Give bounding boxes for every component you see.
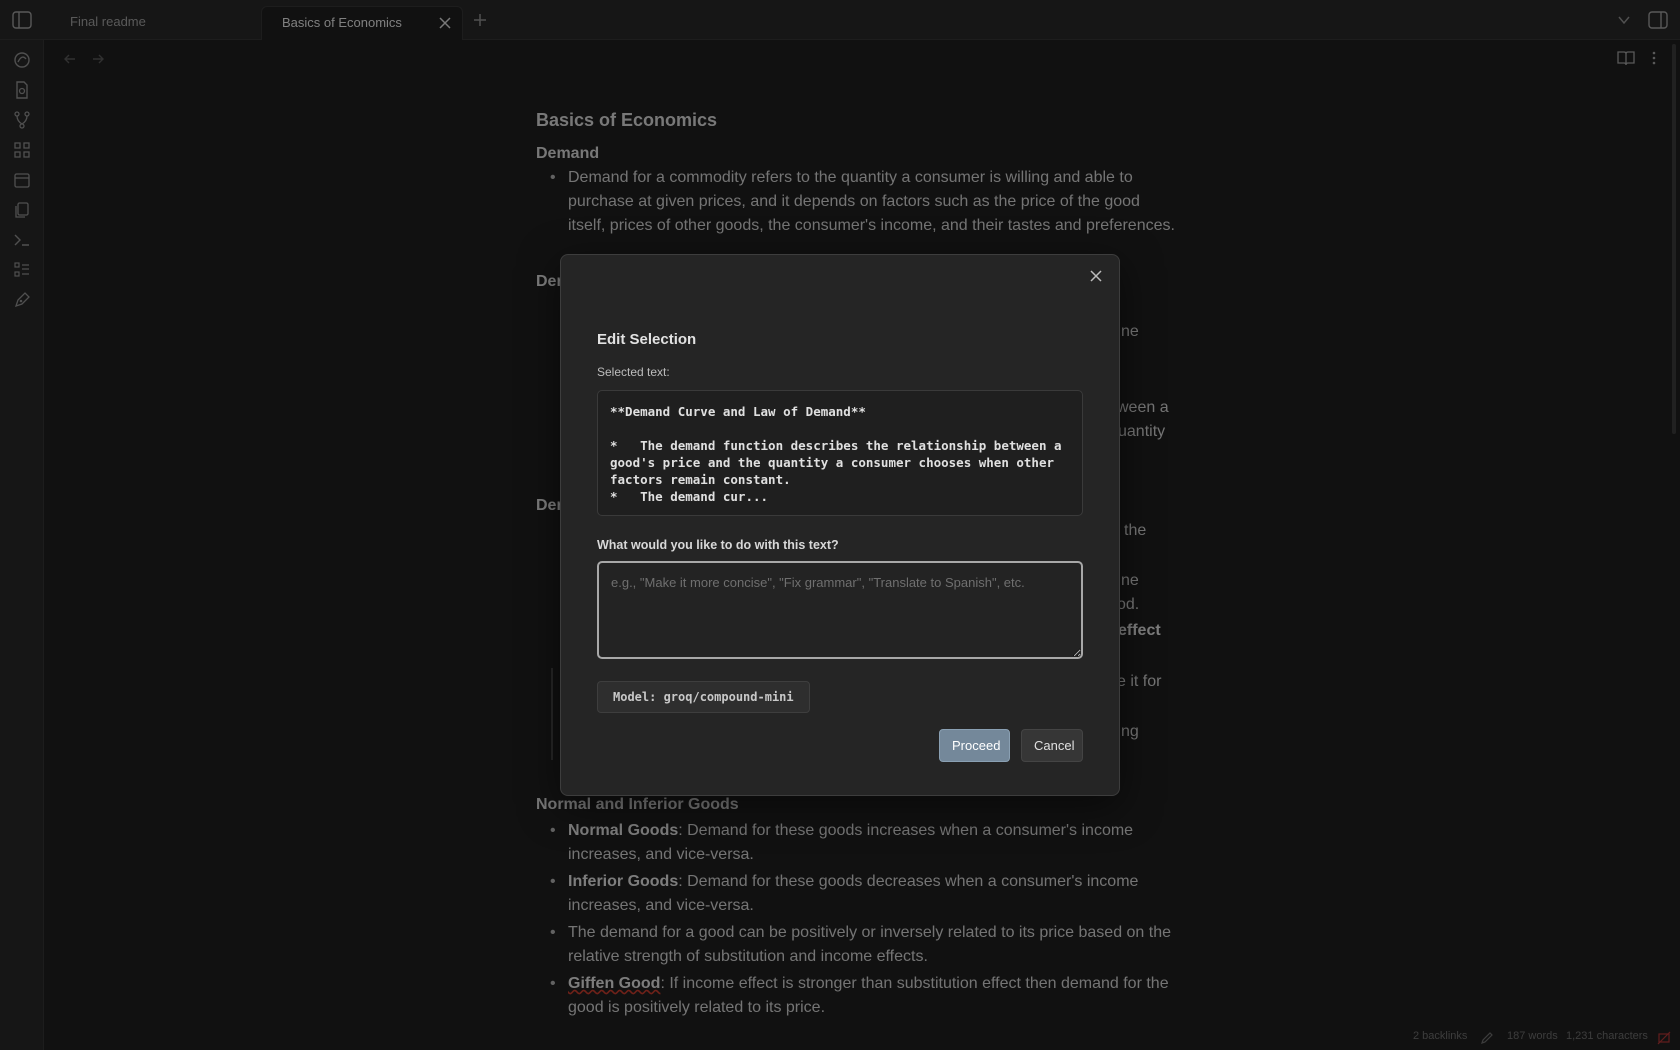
close-icon[interactable] bbox=[1087, 267, 1105, 285]
instruction-label: What would you like to do with this text… bbox=[597, 538, 839, 552]
cancel-button[interactable]: Cancel bbox=[1021, 729, 1083, 762]
selected-text-label: Selected text: bbox=[597, 365, 670, 379]
proceed-button[interactable]: Proceed bbox=[939, 729, 1010, 762]
edit-selection-dialog: Edit Selection Selected text: **Demand C… bbox=[560, 254, 1120, 796]
dialog-title: Edit Selection bbox=[597, 331, 697, 348]
model-badge: Model: groq/compound-mini bbox=[597, 681, 810, 713]
selected-text-preview: **Demand Curve and Law of Demand** * The… bbox=[597, 390, 1083, 516]
instruction-input[interactable] bbox=[597, 561, 1083, 659]
